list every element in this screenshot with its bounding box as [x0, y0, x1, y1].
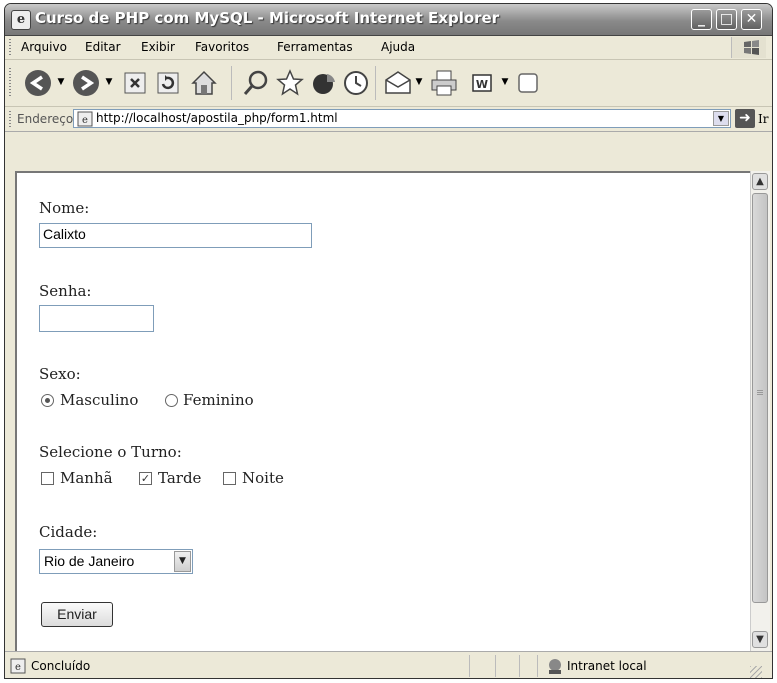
ie-icon: e	[11, 10, 31, 30]
stop-icon[interactable]	[122, 70, 148, 96]
thumb-grip-icon	[757, 390, 763, 396]
menu-editar[interactable]: Editar	[85, 40, 121, 54]
page-favicon-icon: e	[77, 111, 93, 127]
search-icon[interactable]	[241, 68, 271, 98]
menu-ferramentas[interactable]: Ferramentas	[277, 40, 353, 54]
forward-icon[interactable]	[71, 68, 101, 98]
noite-checkbox[interactable]	[223, 472, 236, 485]
mail-dropdown-icon[interactable]: ▼	[413, 74, 425, 90]
address-dropdown-icon[interactable]: ▼	[713, 111, 729, 126]
menu-favoritos[interactable]: Favoritos	[195, 40, 249, 54]
cidade-selected-value: Rio de Janeiro	[44, 553, 135, 569]
go-label[interactable]: Ir	[758, 112, 768, 126]
svg-text:e: e	[15, 662, 21, 673]
title-bar[interactable]: e Curso de PHP com MySQL - Microsoft Int…	[5, 4, 772, 36]
address-bar: Endereço e http://localhost/apostila_php…	[5, 107, 772, 132]
toolbar-separator	[231, 66, 232, 100]
word-icon[interactable]: W	[469, 70, 495, 96]
toolbar: ▼ ▼ ▼ W ▼	[5, 60, 772, 107]
go-arrow-icon[interactable]: ➜	[735, 109, 755, 128]
chevron-down-icon[interactable]: ▼	[174, 551, 191, 572]
maximize-button[interactable]: □	[716, 9, 737, 30]
back-icon[interactable]	[23, 68, 53, 98]
zone-text: Intranet local	[567, 659, 647, 673]
turno-label: Selecione o Turno:	[39, 443, 182, 461]
page-content: Nome: Calixto Senha: Sexo: Masculino Fem…	[15, 171, 750, 651]
feminino-label: Feminino	[183, 391, 254, 409]
close-button[interactable]: ✕	[741, 9, 762, 30]
svg-text:W: W	[476, 78, 488, 91]
page-status-icon: e	[10, 658, 26, 674]
toolbar-separator	[375, 66, 376, 100]
windows-logo-icon	[731, 37, 766, 58]
mail-icon[interactable]	[383, 68, 413, 98]
noite-label: Noite	[242, 469, 284, 487]
address-url: http://localhost/apostila_php/form1.html	[96, 111, 338, 125]
vertical-scrollbar[interactable]: ▲ ▼	[750, 171, 770, 651]
refresh-icon[interactable]	[155, 70, 181, 96]
manha-label: Manhã	[60, 469, 113, 487]
browser-window: e Curso de PHP com MySQL - Microsoft Int…	[4, 3, 773, 679]
menu-exibir[interactable]: Exibir	[141, 40, 175, 54]
cidade-label: Cidade:	[39, 523, 98, 541]
nome-input[interactable]: Calixto	[39, 223, 312, 248]
tarde-checkbox[interactable]: ✓	[139, 472, 152, 485]
senha-input[interactable]	[39, 305, 154, 332]
address-grip-icon	[9, 111, 11, 127]
menu-arquivo[interactable]: Arquivo	[21, 40, 67, 54]
feminino-radio[interactable]	[165, 394, 178, 407]
word-dropdown-icon[interactable]: ▼	[499, 74, 511, 90]
status-divider	[519, 655, 520, 677]
cidade-select[interactable]: Rio de Janeiro ▼	[39, 549, 193, 574]
intranet-icon	[549, 659, 561, 674]
enviar-button[interactable]: Enviar	[41, 602, 113, 627]
print-icon[interactable]	[429, 68, 459, 98]
home-icon[interactable]	[189, 68, 219, 98]
address-label: Endereço	[17, 112, 74, 126]
tarde-label: Tarde	[158, 469, 202, 487]
forward-dropdown-icon[interactable]: ▼	[103, 74, 115, 90]
status-divider	[469, 655, 470, 677]
menu-grip-icon	[9, 39, 11, 56]
favorites-icon[interactable]	[275, 68, 305, 98]
toolbar-grip-icon	[9, 68, 11, 98]
masculino-label: Masculino	[60, 391, 139, 409]
sexo-label: Sexo:	[39, 365, 81, 383]
status-divider	[495, 655, 496, 677]
svg-text:e: e	[82, 115, 88, 126]
scroll-up-icon[interactable]: ▲	[752, 173, 768, 190]
senha-label: Senha:	[39, 282, 92, 300]
menu-bar: Arquivo Editar Exibir Favoritos Ferramen…	[5, 36, 772, 60]
resize-grip-icon[interactable]	[750, 666, 762, 678]
manha-checkbox[interactable]	[41, 472, 54, 485]
window-title: Curso de PHP com MySQL - Microsoft Inter…	[35, 9, 500, 27]
back-dropdown-icon[interactable]: ▼	[55, 74, 67, 90]
status-divider	[537, 655, 538, 677]
history-icon[interactable]	[341, 68, 371, 98]
nome-label: Nome:	[39, 199, 90, 217]
scroll-thumb[interactable]	[752, 193, 768, 603]
media-icon[interactable]	[309, 68, 339, 98]
address-field[interactable]: e http://localhost/apostila_php/form1.ht…	[73, 109, 731, 128]
page-icon[interactable]	[515, 70, 541, 96]
minimize-button[interactable]: _	[691, 9, 712, 30]
status-text: Concluído	[31, 659, 91, 673]
status-bar: e Concluído Intranet local	[5, 651, 772, 678]
scroll-down-icon[interactable]: ▼	[752, 631, 768, 648]
menu-ajuda[interactable]: Ajuda	[381, 40, 415, 54]
masculino-radio[interactable]	[41, 394, 54, 407]
